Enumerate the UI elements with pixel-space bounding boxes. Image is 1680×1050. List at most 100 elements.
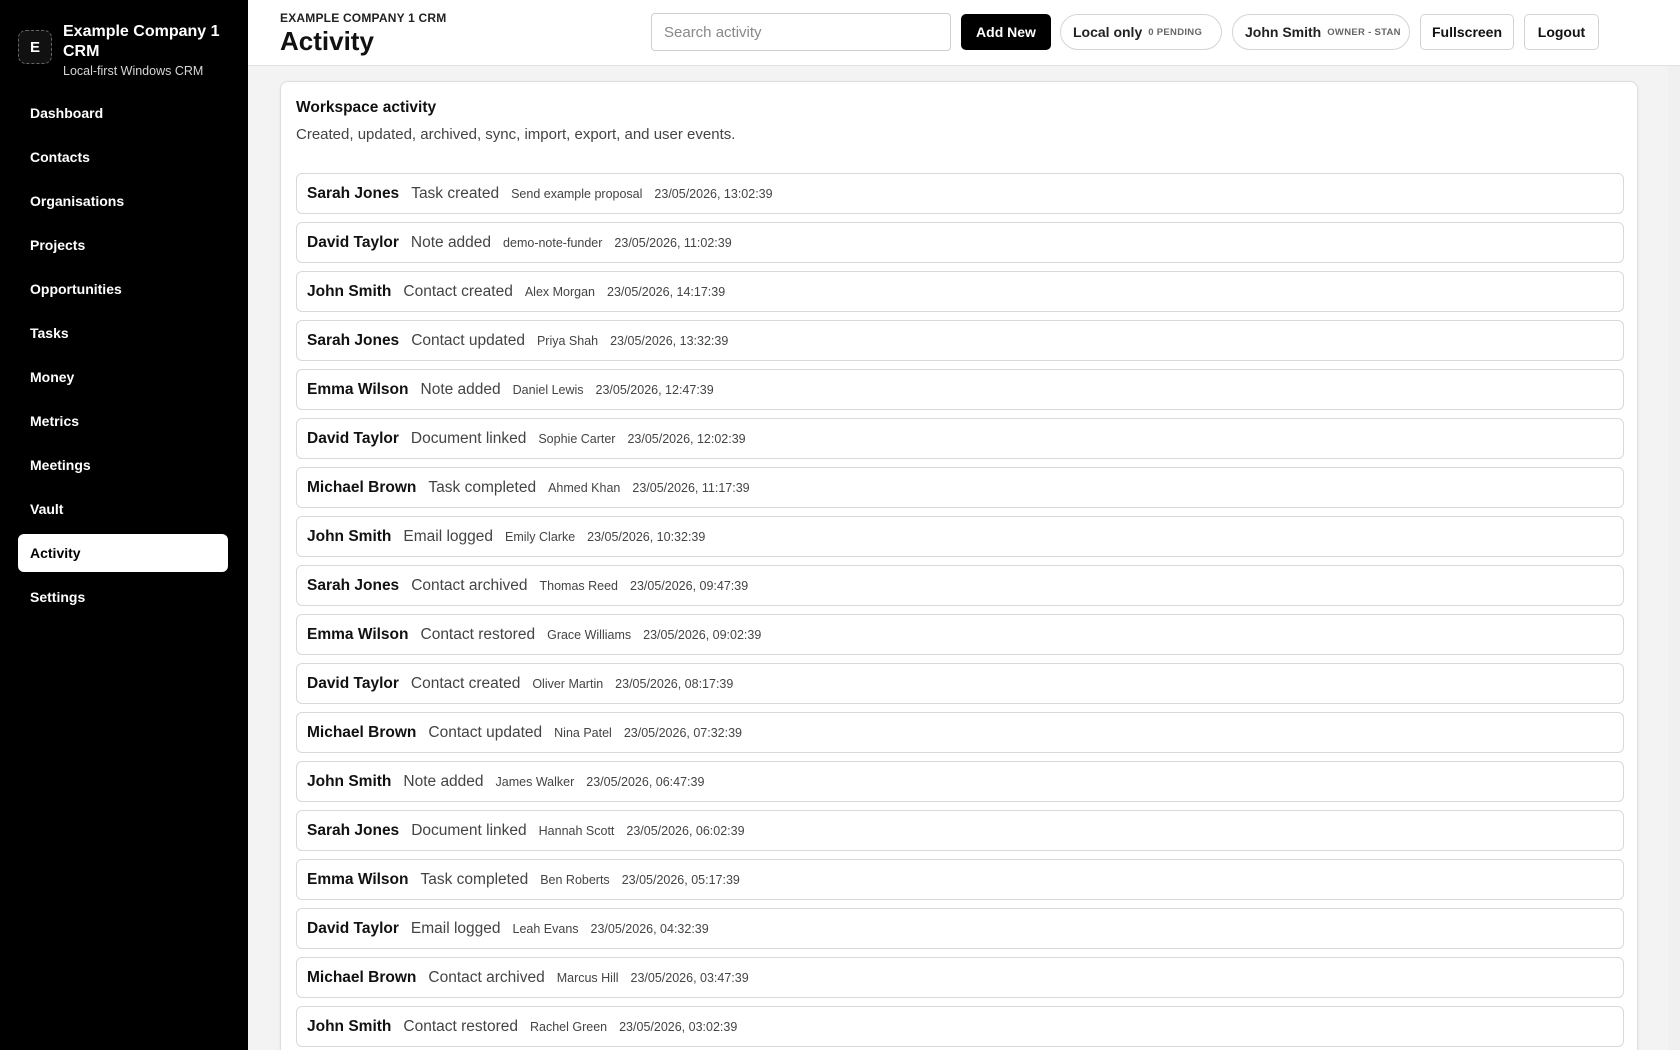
sidebar-item-metrics[interactable]: Metrics bbox=[18, 402, 228, 440]
activity-timestamp: 23/05/2026, 11:17:39 bbox=[632, 480, 750, 495]
activity-subject: Daniel Lewis bbox=[512, 382, 584, 397]
sidebar-item-projects[interactable]: Projects bbox=[18, 226, 228, 264]
activity-actor: Sarah Jones bbox=[307, 184, 400, 202]
sidebar-item-settings[interactable]: Settings bbox=[18, 578, 228, 616]
activity-row[interactable]: Sarah Jones Contact archived Thomas Reed 23… bbox=[296, 565, 1624, 606]
sidebar-item-activity[interactable]: Activity bbox=[18, 534, 228, 572]
activity-subject: Hannah Scott bbox=[538, 823, 615, 838]
user-menu-pill[interactable]: John Smith OWNER - STAN bbox=[1232, 14, 1410, 50]
activity-row[interactable]: Michael Brown Contact archived Marcus Hill… bbox=[296, 957, 1624, 998]
activity-subject: Thomas Reed bbox=[539, 578, 619, 593]
logout-button[interactable]: Logout bbox=[1524, 14, 1599, 50]
activity-actor: Michael Brown bbox=[307, 968, 417, 986]
sidebar: E Example Company 1 CRM Local-first Wind… bbox=[0, 0, 248, 1050]
activity-row[interactable]: John Smith Email logged Emily Clarke 23/05/… bbox=[296, 516, 1624, 557]
activity-row[interactable]: Emma Wilson Note added Daniel Lewis 23/05/2… bbox=[296, 369, 1624, 410]
workspace-activity-card: Workspace activity Created, updated, arc… bbox=[280, 81, 1638, 1050]
sidebar-item-vault[interactable]: Vault bbox=[18, 490, 228, 528]
activity-timestamp: 23/05/2026, 06:47:39 bbox=[586, 774, 705, 789]
activity-row[interactable]: Emma Wilson Contact restored Grace William… bbox=[296, 614, 1624, 655]
sync-status-pill[interactable]: Local only 0 PENDING bbox=[1060, 14, 1222, 50]
activity-subject: Marcus Hill bbox=[556, 970, 619, 985]
sidebar-item-organisations[interactable]: Organisations bbox=[18, 182, 228, 220]
activity-row[interactable]: Michael Brown Task completed Ahmed Khan 23/… bbox=[296, 467, 1624, 508]
activity-timestamp: 23/05/2026, 12:02:39 bbox=[627, 431, 746, 446]
activity-subject: Emily Clarke bbox=[505, 529, 576, 544]
activity-timestamp: 23/05/2026, 14:17:39 bbox=[607, 284, 726, 299]
activity-subject: Oliver Martin bbox=[532, 676, 604, 691]
activity-row[interactable]: Sarah Jones Task created Send example prop… bbox=[296, 173, 1624, 214]
activity-subject: Ben Roberts bbox=[540, 872, 610, 887]
activity-actor: Emma Wilson bbox=[307, 380, 409, 398]
sidebar-nav: Dashboard Contacts Organisations Projects Op… bbox=[18, 94, 228, 622]
activity-timestamp: 23/05/2026, 03:47:39 bbox=[630, 970, 749, 985]
activity-subject: James Walker bbox=[495, 774, 575, 789]
activity-row[interactable]: John Smith Note added James Walker 23/05/20… bbox=[296, 761, 1624, 802]
activity-action: Email logged bbox=[403, 527, 493, 545]
activity-action: Note added bbox=[410, 233, 492, 251]
page-scrollbar[interactable] bbox=[1668, 66, 1680, 1050]
activity-row[interactable]: David Taylor Document linked Sophie Carter… bbox=[296, 418, 1624, 459]
activity-action: Contact created bbox=[410, 674, 521, 692]
user-name: John Smith bbox=[1245, 24, 1322, 40]
sidebar-item-opportunities[interactable]: Opportunities bbox=[18, 270, 228, 308]
activity-row[interactable]: David Taylor Email logged Leah Evans 23/05/… bbox=[296, 908, 1624, 949]
sync-mode-label: Local only bbox=[1073, 24, 1143, 40]
activity-timestamp: 23/05/2026, 10:32:39 bbox=[587, 529, 706, 544]
activity-action: Document linked bbox=[410, 429, 527, 447]
card-description: Created, updated, archived, sync, import… bbox=[296, 126, 736, 143]
sidebar-item-meetings[interactable]: Meetings bbox=[18, 446, 228, 484]
activity-actor: Michael Brown bbox=[307, 723, 417, 741]
activity-action: Document linked bbox=[411, 821, 527, 839]
fullscreen-button[interactable]: Fullscreen bbox=[1420, 14, 1514, 50]
activity-subject: Sophie Carter bbox=[538, 431, 616, 446]
activity-actor: John Smith bbox=[307, 527, 392, 545]
activity-subject: demo-note-funder bbox=[503, 235, 603, 250]
activity-action: Contact archived bbox=[428, 968, 545, 986]
activity-timestamp: 23/05/2026, 09:02:39 bbox=[643, 627, 762, 642]
activity-timestamp: 23/05/2026, 13:02:39 bbox=[654, 186, 773, 201]
sidebar-item-contacts[interactable]: Contacts bbox=[18, 138, 228, 176]
activity-actor: Emma Wilson bbox=[307, 625, 409, 643]
activity-timestamp: 23/05/2026, 04:32:39 bbox=[590, 921, 709, 936]
activity-subject: Grace Williams bbox=[547, 627, 632, 642]
search-input[interactable] bbox=[651, 13, 951, 51]
activity-actor: John Smith bbox=[307, 772, 392, 790]
breadcrumb: EXAMPLE COMPANY 1 CRM bbox=[280, 11, 447, 25]
activity-row[interactable]: Sarah Jones Document linked Hannah Scott 23… bbox=[296, 810, 1624, 851]
activity-action: Note added bbox=[403, 772, 484, 790]
activity-row[interactable]: Sarah Jones Contact updated Priya Shah 23/0… bbox=[296, 320, 1624, 361]
activity-row[interactable]: David Taylor Note added demo-note-funder 23… bbox=[296, 222, 1624, 263]
sidebar-item-dashboard[interactable]: Dashboard bbox=[18, 94, 228, 132]
activity-actor: Emma Wilson bbox=[307, 870, 409, 888]
activity-actor: David Taylor bbox=[307, 674, 399, 692]
activity-timestamp: 23/05/2026, 06:02:39 bbox=[626, 823, 745, 838]
brand-name: Example Company 1 CRM bbox=[63, 23, 220, 60]
activity-row[interactable]: David Taylor Contact created Oliver Martin… bbox=[296, 663, 1624, 704]
activity-row[interactable]: John Smith Contact created Alex Morgan 23/0… bbox=[296, 271, 1624, 312]
activity-timestamp: 23/05/2026, 07:32:39 bbox=[623, 725, 743, 740]
activity-action: Contact restored bbox=[420, 625, 536, 643]
activity-list: Sarah Jones Task created Send example prop… bbox=[296, 173, 1624, 1050]
sync-pending-badge: 0 PENDING bbox=[1148, 26, 1203, 38]
activity-actor: Sarah Jones bbox=[307, 331, 400, 349]
activity-action: Email logged bbox=[410, 919, 501, 937]
activity-row[interactable]: John Smith Contact restored Rachel Green 23… bbox=[296, 1006, 1624, 1047]
activity-actor: David Taylor bbox=[307, 919, 399, 937]
activity-timestamp: 23/05/2026, 12:47:39 bbox=[595, 382, 714, 397]
add-new-button[interactable]: Add New bbox=[961, 14, 1051, 50]
activity-action: Contact restored bbox=[403, 1017, 518, 1035]
user-role-badge: OWNER - STAN bbox=[1327, 26, 1401, 38]
activity-action: Task created bbox=[411, 184, 500, 202]
top-header: EXAMPLE COMPANY 1 CRM Activity Add New L… bbox=[248, 0, 1680, 66]
sidebar-item-money[interactable]: Money bbox=[18, 358, 228, 396]
activity-row[interactable]: Emma Wilson Task completed Ben Roberts 23/0… bbox=[296, 859, 1624, 900]
activity-subject: Priya Shah bbox=[536, 333, 599, 348]
activity-row[interactable]: Michael Brown Contact updated Nina Patel 23… bbox=[296, 712, 1624, 753]
activity-subject: Leah Evans bbox=[512, 921, 579, 936]
activity-action: Contact updated bbox=[428, 723, 543, 741]
sidebar-item-tasks[interactable]: Tasks bbox=[18, 314, 228, 352]
activity-action: Contact updated bbox=[411, 331, 525, 349]
activity-subject: Rachel Green bbox=[529, 1019, 608, 1034]
brand-logo: E bbox=[18, 30, 52, 64]
